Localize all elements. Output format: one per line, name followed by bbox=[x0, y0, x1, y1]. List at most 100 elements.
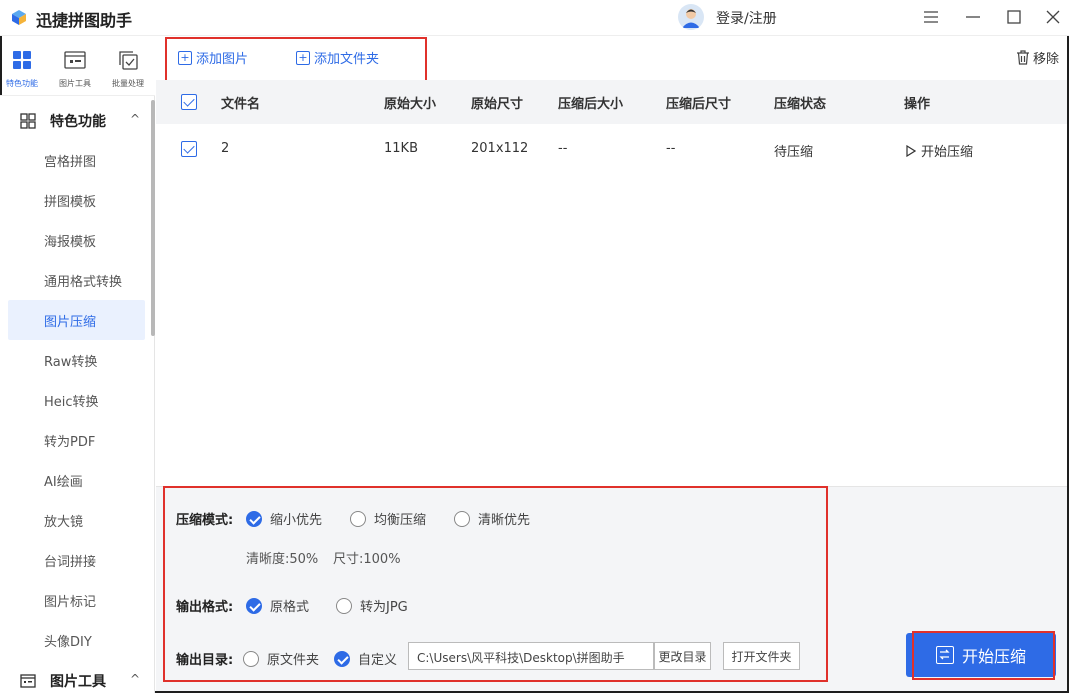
mode-option-shrink[interactable]: 缩小优先 bbox=[246, 509, 322, 528]
sidebar-item[interactable]: 图片压缩 bbox=[8, 300, 145, 340]
topnav-featured[interactable]: 特色功能 bbox=[0, 50, 47, 88]
sidebar-item-label: 放大镜 bbox=[44, 515, 84, 530]
start-compress-link[interactable]: 开始压缩 bbox=[906, 141, 973, 160]
radio-icon bbox=[350, 510, 366, 527]
chevron-up-icon: ^ bbox=[130, 112, 141, 126]
dir-option-original[interactable]: 原文件夹 bbox=[243, 649, 319, 668]
col-header-new-size: 压缩后大小 bbox=[558, 97, 624, 112]
sidebar-scrollbar[interactable] bbox=[151, 100, 155, 336]
mode-option-clarity[interactable]: 清晰优先 bbox=[454, 509, 530, 528]
add-folder-label: 添加文件夹 bbox=[314, 52, 380, 67]
sidebar-item-label: 拼图模板 bbox=[44, 195, 97, 210]
radio-icon bbox=[336, 597, 352, 614]
sidebar-item-label: AI绘画 bbox=[44, 475, 83, 490]
start-compress-label: 开始压缩 bbox=[921, 145, 974, 160]
topnav-label: 特色功能 bbox=[6, 79, 38, 88]
open-folder-button[interactable]: 打开文件夹 bbox=[723, 642, 800, 670]
toolbar: + 添加图片 + 添加文件夹 移除 bbox=[156, 36, 1067, 80]
sidebar-item[interactable]: 海报模板 bbox=[8, 220, 145, 260]
avatar-icon[interactable] bbox=[678, 4, 704, 30]
sidebar-item[interactable]: 宫格拼图 bbox=[8, 140, 145, 180]
grid-icon bbox=[13, 51, 31, 69]
login-link[interactable]: 登录/注册 bbox=[716, 8, 777, 28]
format-label: 输出格式: bbox=[176, 600, 234, 615]
sidebar-group-featured[interactable]: 特色功能 ^ bbox=[0, 100, 150, 140]
sidebar-item-label: 转为PDF bbox=[44, 435, 96, 450]
output-path-field[interactable]: C:\Users\风平科技\Desktop\拼图助手 bbox=[408, 642, 654, 670]
cell-orig-dims: 201x112 bbox=[471, 141, 529, 156]
format-option-jpg[interactable]: 转为JPG bbox=[336, 596, 408, 615]
sidebar-item[interactable]: 拼图模板 bbox=[8, 180, 145, 220]
col-header-new-dims: 压缩后尺寸 bbox=[666, 97, 732, 112]
topnav-label: 批量处理 bbox=[112, 79, 144, 88]
cell-status: 待压缩 bbox=[774, 145, 814, 160]
app-logo-icon bbox=[12, 10, 26, 25]
image-tool-icon bbox=[20, 674, 36, 688]
sidebar-item-label: Heic转换 bbox=[44, 395, 99, 410]
grid-outline-icon bbox=[20, 113, 36, 129]
add-image-button[interactable]: + 添加图片 bbox=[178, 48, 248, 67]
sidebar-item[interactable]: 台词拼接 bbox=[8, 540, 145, 580]
mode-option-label: 清晰优先 bbox=[478, 513, 531, 528]
sidebar-item[interactable]: AI绘画 bbox=[8, 460, 145, 500]
clarity-value: 清晰度:50% bbox=[246, 552, 319, 567]
radio-checked-icon bbox=[246, 510, 262, 527]
add-image-label: 添加图片 bbox=[196, 52, 249, 67]
add-folder-button[interactable]: + 添加文件夹 bbox=[296, 48, 379, 67]
cell-new-size: -- bbox=[558, 141, 568, 156]
close-icon[interactable] bbox=[1042, 6, 1064, 28]
col-header-status: 压缩状态 bbox=[774, 97, 827, 112]
row-checkbox[interactable] bbox=[181, 141, 197, 157]
minimize-icon[interactable] bbox=[962, 6, 984, 28]
sidebar-item-label: 通用格式转换 bbox=[44, 275, 123, 290]
table-header: 文件名 原始大小 原始尺寸 压缩后大小 压缩后尺寸 压缩状态 操作 bbox=[156, 80, 1067, 124]
format-option-original[interactable]: 原格式 bbox=[246, 596, 309, 615]
format-option-label: 原格式 bbox=[270, 600, 310, 615]
batch-icon bbox=[119, 51, 138, 70]
cell-orig-size: 11KB bbox=[384, 141, 418, 156]
plus-folder-icon: + bbox=[296, 50, 310, 65]
sidebar-item[interactable]: 头像DIY bbox=[8, 620, 145, 660]
format-option-label: 转为JPG bbox=[360, 600, 408, 615]
sidebar-item-label: 图片标记 bbox=[44, 595, 97, 610]
mode-option-label: 均衡压缩 bbox=[374, 513, 427, 528]
sidebar-item-label: 图片压缩 bbox=[44, 315, 97, 330]
topnav-label: 图片工具 bbox=[59, 79, 91, 88]
col-header-orig-size: 原始大小 bbox=[384, 97, 437, 112]
remove-button[interactable]: 移除 bbox=[1016, 48, 1059, 67]
compress-icon bbox=[935, 646, 954, 664]
menu-icon[interactable] bbox=[920, 6, 942, 28]
mode-option-label: 缩小优先 bbox=[270, 513, 323, 528]
dir-option-custom[interactable]: 自定义 bbox=[334, 649, 397, 668]
radio-icon bbox=[454, 510, 470, 527]
sidebar-item[interactable]: 放大镜 bbox=[8, 500, 145, 540]
mode-label: 压缩模式: bbox=[176, 513, 234, 528]
cell-filename: 2 bbox=[221, 141, 230, 156]
sidebar-item[interactable]: 转为PDF bbox=[8, 420, 145, 460]
table-row[interactable]: 2 11KB 201x112 -- -- 待压缩 开始压缩 bbox=[156, 128, 1067, 172]
sidebar-item-label: 宫格拼图 bbox=[44, 155, 97, 170]
topnav-batch[interactable]: 批量处理 bbox=[103, 50, 153, 88]
sidebar-item[interactable]: 图片标记 bbox=[8, 580, 145, 620]
sidebar-item[interactable]: Raw转换 bbox=[8, 340, 145, 380]
sidebar-item-label: 台词拼接 bbox=[44, 555, 97, 570]
sidebar-group-image-tools[interactable]: 图片工具 ^ bbox=[0, 660, 150, 693]
sidebar-item-label: 头像DIY bbox=[44, 635, 92, 650]
maximize-icon[interactable] bbox=[1003, 6, 1025, 28]
start-compress-label: 开始压缩 bbox=[961, 647, 1026, 666]
change-dir-button[interactable]: 更改目录 bbox=[654, 642, 711, 670]
mode-option-balanced[interactable]: 均衡压缩 bbox=[350, 509, 426, 528]
dir-label: 输出目录: bbox=[176, 653, 234, 668]
select-all-checkbox[interactable] bbox=[181, 94, 197, 110]
col-header-filename: 文件名 bbox=[221, 97, 261, 112]
cell-new-dims: -- bbox=[666, 141, 676, 156]
sidebar-group-label: 图片工具 bbox=[50, 674, 106, 690]
sidebar-item[interactable]: Heic转换 bbox=[8, 380, 145, 420]
chevron-up-icon: ^ bbox=[130, 672, 141, 686]
app-title: 迅捷拼图助手 bbox=[36, 11, 133, 30]
start-compress-button[interactable]: 开始压缩 bbox=[906, 633, 1056, 677]
sidebar-item[interactable]: 通用格式转换 bbox=[8, 260, 145, 300]
radio-checked-icon bbox=[334, 650, 350, 667]
sidebar-item-label: Raw转换 bbox=[44, 355, 98, 370]
topnav-image-tools[interactable]: 图片工具 bbox=[50, 50, 100, 88]
